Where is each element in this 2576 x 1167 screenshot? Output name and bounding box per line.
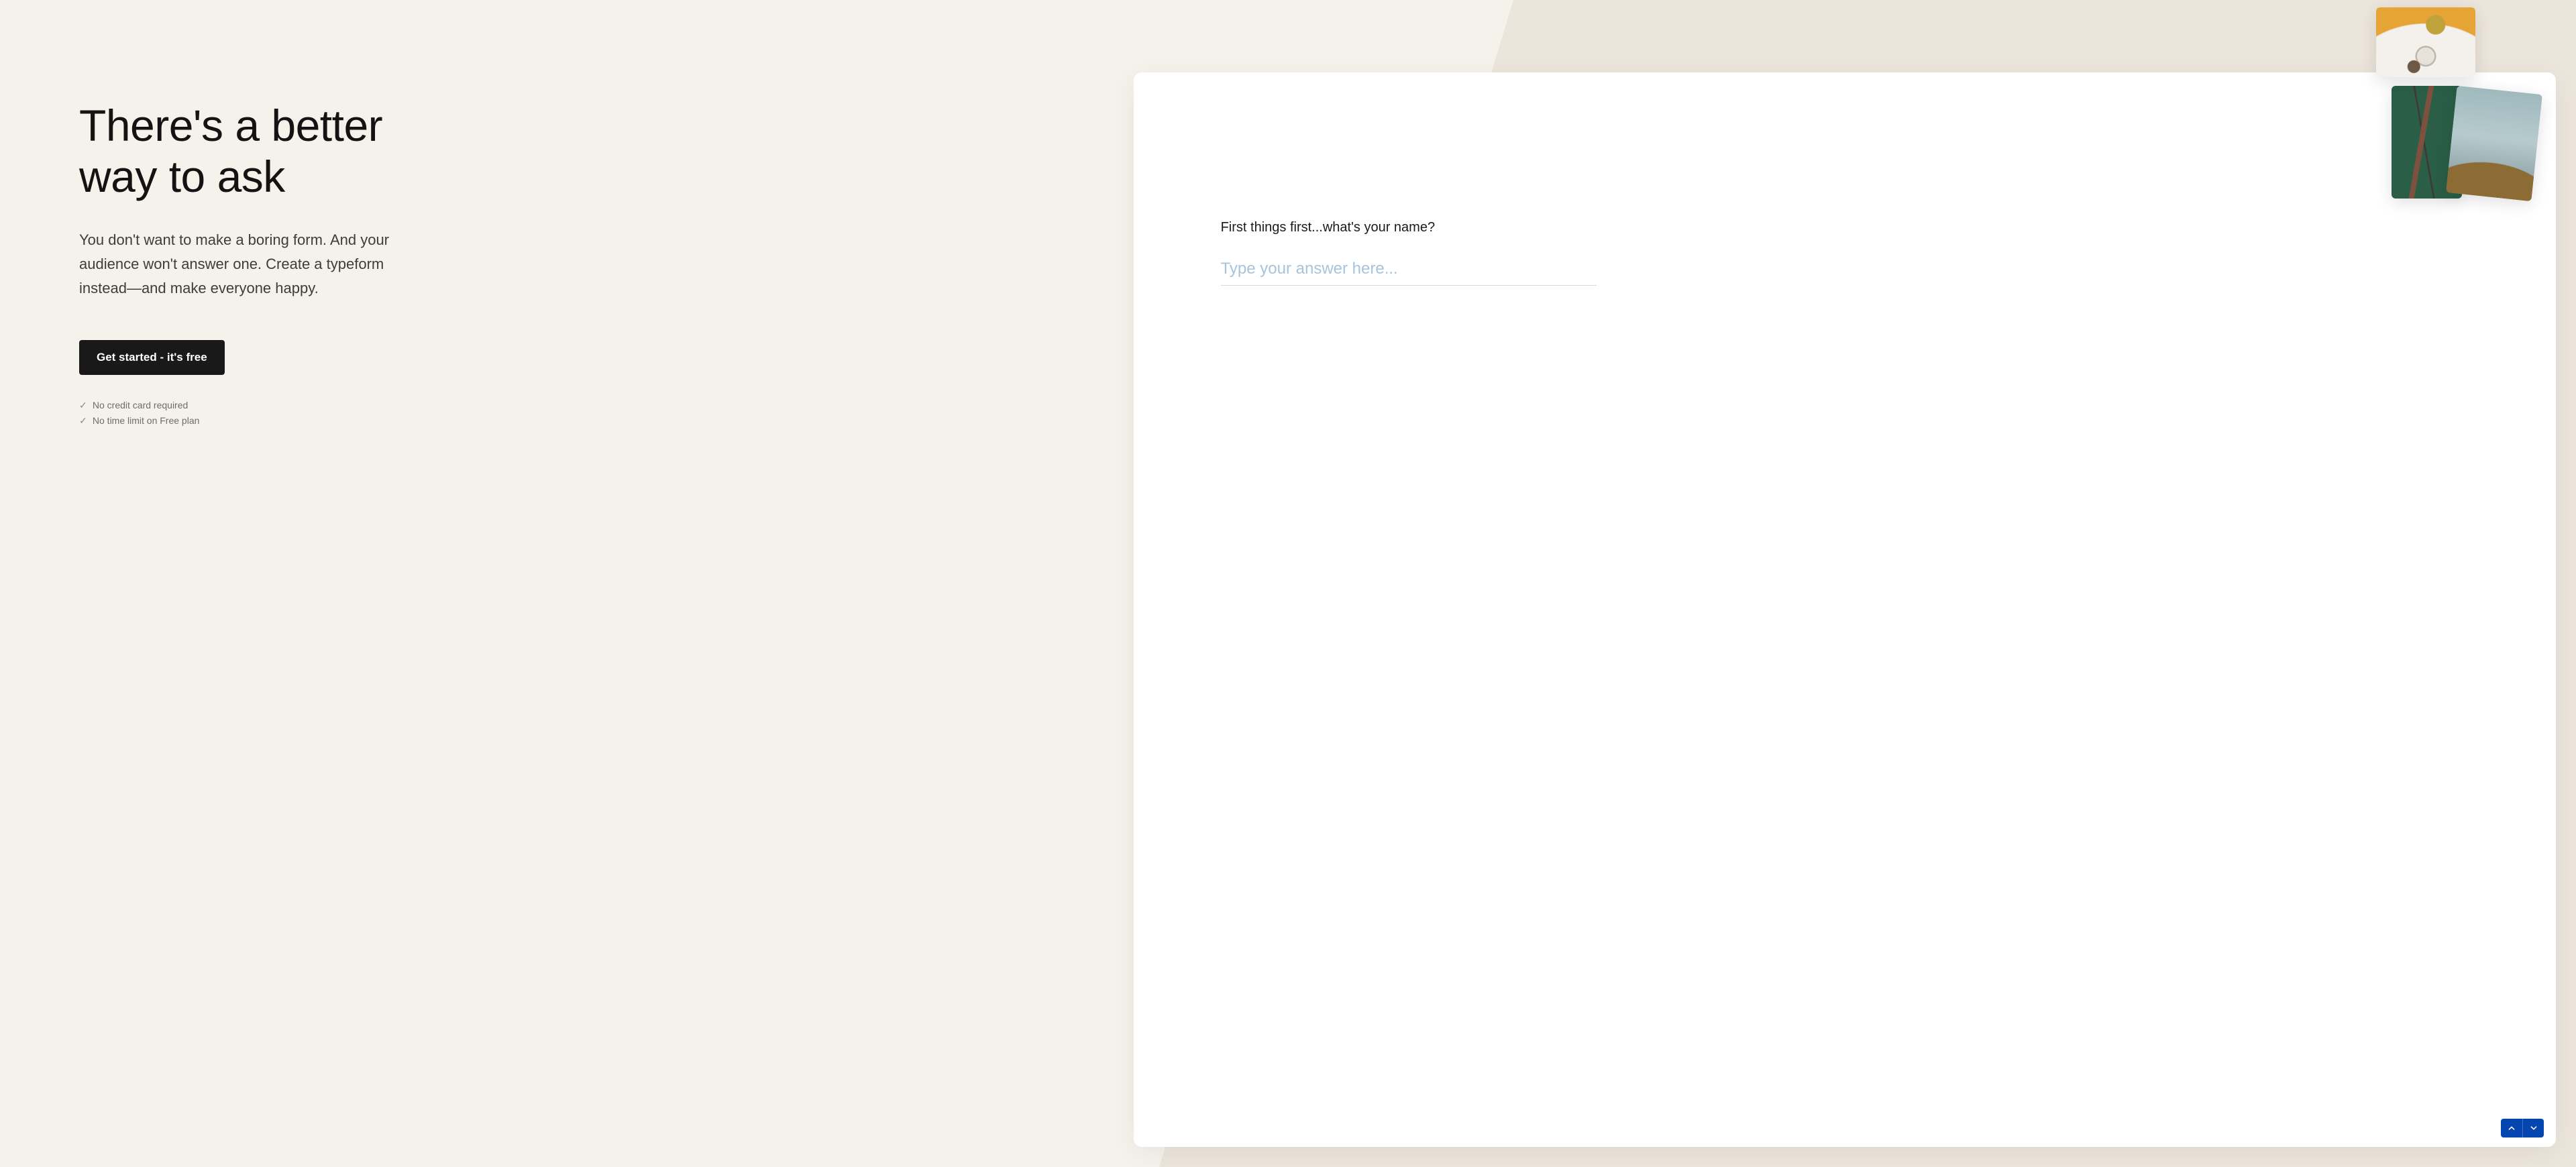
decorative-photo-table-coffee bbox=[2376, 7, 2475, 77]
hero-headline: There's a better way to ask bbox=[79, 101, 1107, 203]
hero-section: There's a better way to ask You don't wa… bbox=[0, 0, 1134, 1167]
form-question: First things first...what's your name? bbox=[1221, 220, 2469, 235]
next-question-button[interactable] bbox=[2522, 1119, 2544, 1137]
hero-bullets: ✓ No credit card required ✓ No time limi… bbox=[79, 398, 1107, 430]
bullet-item: ✓ No credit card required bbox=[79, 398, 1107, 414]
form-card: First things first...what's your name? bbox=[1134, 72, 2556, 1147]
question-nav bbox=[2501, 1119, 2544, 1137]
hero-headline-line2: way to ask bbox=[79, 152, 285, 201]
prev-question-button[interactable] bbox=[2501, 1119, 2522, 1137]
bullet-text: No time limit on Free plan bbox=[93, 415, 200, 426]
get-started-button[interactable]: Get started - it's free bbox=[79, 340, 225, 375]
bullet-text: No credit card required bbox=[93, 400, 188, 410]
answer-input[interactable] bbox=[1221, 256, 1597, 286]
form-preview-section: First things first...what's your name? bbox=[1134, 0, 2576, 1167]
page: There's a better way to ask You don't wa… bbox=[0, 0, 2576, 1167]
decorative-photo-underwater bbox=[2446, 86, 2542, 202]
check-icon: ✓ bbox=[79, 413, 90, 429]
chevron-down-icon bbox=[2530, 1124, 2538, 1132]
check-icon: ✓ bbox=[79, 398, 90, 414]
hero-subtext: You don't want to make a boring form. An… bbox=[79, 228, 428, 301]
chevron-up-icon bbox=[2508, 1124, 2516, 1132]
hero-headline-line1: There's a better bbox=[79, 101, 382, 150]
bullet-item: ✓ No time limit on Free plan bbox=[79, 413, 1107, 429]
